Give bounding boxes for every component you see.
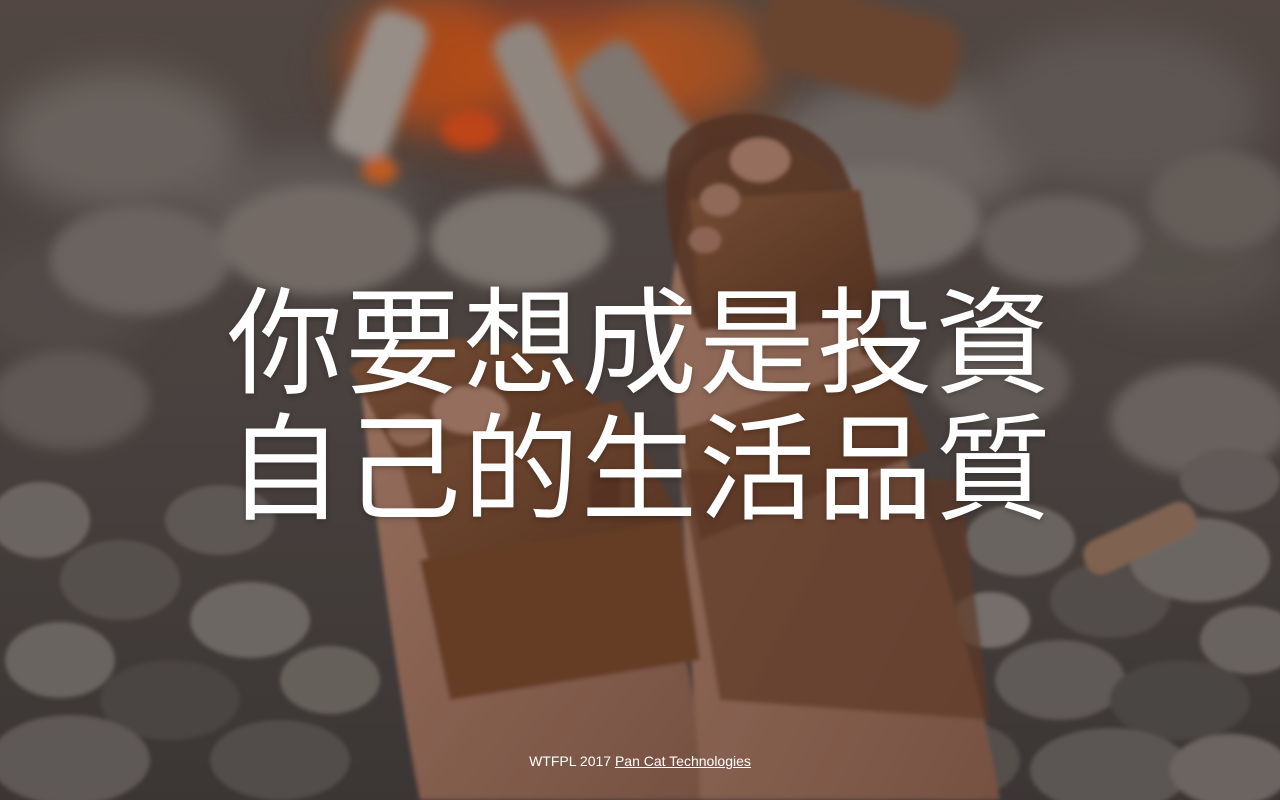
footer-license: WTFPL 2017	[529, 753, 612, 769]
footer-company-link[interactable]: Pan Cat Technologies	[615, 753, 751, 769]
hero-headline-line-1: 你要想成是投資	[227, 277, 1053, 412]
hero-headline: 你要想成是投資 自己的生活品質	[0, 282, 1280, 534]
hero-headline-line-2: 自己的生活品質	[227, 403, 1053, 538]
landing-page: 你要想成是投資 自己的生活品質 WTFPL 2017 Pan Cat Techn…	[0, 0, 1280, 800]
footer: WTFPL 2017 Pan Cat Technologies	[0, 751, 1280, 771]
